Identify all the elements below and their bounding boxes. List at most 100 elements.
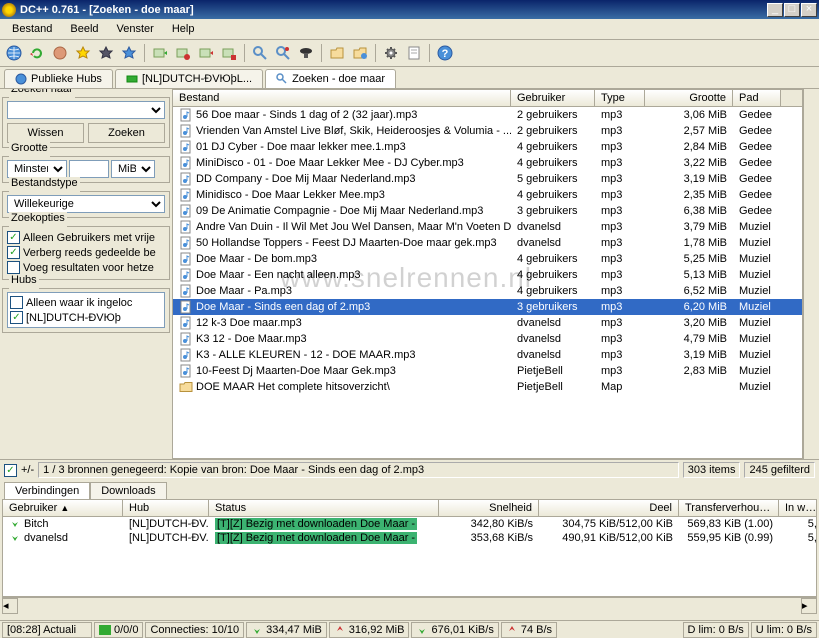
result-row[interactable]: 12 k-3 Doe maar.mp3dvanelsdmp33,20 MiBMu…	[173, 315, 802, 331]
chk-append-results[interactable]	[7, 261, 20, 274]
zoeken-button[interactable]: Zoeken	[88, 123, 165, 143]
size-mode-select[interactable]: Minstens	[7, 160, 67, 178]
adl-search-icon[interactable]	[273, 43, 293, 63]
sb-dlim: D lim: 0 B/s	[683, 622, 749, 638]
audio-file-icon	[179, 204, 193, 218]
minimize-button[interactable]: _	[767, 3, 783, 17]
col-bestand[interactable]: Bestand	[173, 90, 511, 106]
open-list-icon[interactable]	[327, 43, 347, 63]
chk-only-free-slots[interactable]	[7, 231, 20, 244]
result-row[interactable]: Doe Maar - Sinds een dag of 2.mp33 gebru…	[173, 299, 802, 315]
audio-file-icon	[179, 140, 193, 154]
chk-hub-logged-in[interactable]	[10, 296, 23, 309]
tab-verbindingen[interactable]: Verbindingen	[4, 482, 90, 499]
result-row[interactable]: Minidisco - Doe Maar Lekker Mee.mp34 geb…	[173, 187, 802, 203]
follow-icon[interactable]	[50, 43, 70, 63]
search-icon[interactable]	[250, 43, 270, 63]
result-row[interactable]: Vrienden Van Amstel Live Bløf, Skik, Hei…	[173, 123, 802, 139]
finished-ul-icon[interactable]	[219, 43, 239, 63]
result-row[interactable]: K3 - ALLE KLEUREN - 12 - DOE MAAR.mp3dva…	[173, 347, 802, 363]
result-row[interactable]: Doe Maar - De bom.mp34 gebruikersmp35,25…	[173, 251, 802, 267]
audio-file-icon	[179, 332, 193, 346]
menu-bestand[interactable]: Bestand	[4, 21, 60, 37]
results-scrollbar[interactable]	[803, 89, 819, 459]
result-row[interactable]: DOE MAAR Het complete hitsoverzicht\Piet…	[173, 379, 802, 395]
col-hub[interactable]: Hub	[123, 500, 209, 516]
result-row[interactable]: Doe Maar - Een nacht alleen.mp34 gebruik…	[173, 267, 802, 283]
wissen-button[interactable]: Wissen	[7, 123, 84, 143]
fav-gold-star-icon[interactable]	[73, 43, 93, 63]
tab-zoeken[interactable]: Zoeken - doe maar	[265, 69, 396, 88]
size-value-input[interactable]	[69, 160, 109, 178]
scroll-left-button[interactable]: ◂	[2, 598, 18, 614]
audio-file-icon	[179, 172, 193, 186]
col-gebruiker[interactable]: Gebruiker	[511, 90, 595, 106]
status-items: 303 items	[683, 462, 741, 478]
col-gebruiker[interactable]: Gebruiker ▲	[3, 500, 123, 516]
result-row[interactable]: MiniDisco - 01 - Doe Maar Lekker Mee - D…	[173, 155, 802, 171]
tab-hub[interactable]: [NL]DUTCH-ÐVЮþL...	[115, 69, 263, 88]
settings-gear-icon[interactable]	[381, 43, 401, 63]
group-zoekopties: Zoekopties Alleen Gebruikers met vrije V…	[2, 220, 170, 280]
col-pad[interactable]: Pad	[733, 90, 781, 106]
col-snelheid[interactable]: Snelheid	[439, 500, 539, 516]
col-deel[interactable]: Deel	[539, 500, 679, 516]
col-status[interactable]: Status	[209, 500, 439, 516]
fav-dark-star-icon[interactable]	[96, 43, 116, 63]
notepad-icon[interactable]	[404, 43, 424, 63]
upload-queue-icon[interactable]	[196, 43, 216, 63]
audio-file-icon	[179, 316, 193, 330]
tab-publieke-hubs[interactable]: Publieke Hubs	[4, 69, 113, 88]
result-row[interactable]: Andre Van Duin - Il Wil Met Jou Wel Dans…	[173, 219, 802, 235]
col-transferverhouding[interactable]: Transferverhouding	[679, 500, 779, 516]
up-arrow-icon	[506, 625, 518, 635]
download-icon	[9, 532, 21, 544]
transfer-row[interactable]: dvanelsd[NL]DUTCH-ÐV...[T][Z] Bezig met …	[3, 531, 816, 545]
size-unit-select[interactable]: MiB	[111, 160, 155, 178]
svg-text:?: ?	[442, 48, 449, 60]
menu-venster[interactable]: Venster	[109, 21, 162, 37]
spy-icon[interactable]	[296, 43, 316, 63]
audio-file-icon	[179, 268, 193, 282]
chk-hub-dutch[interactable]	[10, 311, 23, 324]
help-icon[interactable]: ?	[435, 43, 455, 63]
own-list-icon[interactable]	[350, 43, 370, 63]
result-row[interactable]: 01 DJ Cyber - Doe maar lekker mee.1.mp34…	[173, 139, 802, 155]
audio-file-icon	[179, 108, 193, 122]
horizontal-scrollbar[interactable]: ◂ ▸	[2, 597, 817, 613]
col-wacht[interactable]: In wacht	[779, 500, 817, 516]
result-row[interactable]: 10-Feest Dj Maarten-Doe Maar Gek.mp3Piet…	[173, 363, 802, 379]
hub-icon	[126, 73, 138, 85]
tab-downloads[interactable]: Downloads	[90, 482, 166, 499]
toggle-checkbox[interactable]	[4, 464, 17, 477]
result-row[interactable]: Doe Maar - Pa.mp34 gebruikersmp36,52 MiB…	[173, 283, 802, 299]
fav-blue-star-icon[interactable]	[119, 43, 139, 63]
col-grootte[interactable]: Grootte	[645, 90, 733, 106]
filetype-select[interactable]: Willekeurige	[7, 195, 165, 213]
audio-file-icon	[179, 188, 193, 202]
down-arrow-icon	[416, 625, 428, 635]
globe-icon	[15, 73, 27, 85]
result-row[interactable]: K3 12 - Doe Maar.mp3dvanelsdmp34,79 MiBM…	[173, 331, 802, 347]
reconnect-icon[interactable]	[27, 43, 47, 63]
scroll-right-button[interactable]: ▸	[801, 598, 817, 614]
menu-beeld[interactable]: Beeld	[62, 21, 106, 37]
status-message: 1 / 3 bronnen genegeerd: Kopie van bron:…	[38, 462, 679, 478]
result-row[interactable]: 50 Hollandse Toppers - Feest DJ Maarten-…	[173, 235, 802, 251]
menu-help[interactable]: Help	[164, 21, 203, 37]
transfer-row[interactable]: Bitch[NL]DUTCH-ÐV...[T][Z] Bezig met dow…	[3, 517, 816, 531]
sb-connections: Connecties: 10/10	[145, 622, 244, 638]
up-arrow-icon	[334, 625, 346, 635]
result-row[interactable]: 09 De Animatie Compagnie - Doe Mij Maar …	[173, 203, 802, 219]
result-row[interactable]: DD Company - Doe Mij Maar Nederland.mp35…	[173, 171, 802, 187]
result-row[interactable]: 56 Doe maar - Sinds 1 dag of 2 (32 jaar)…	[173, 107, 802, 123]
search-term-input[interactable]	[7, 101, 165, 119]
close-button[interactable]: ×	[801, 3, 817, 17]
col-type[interactable]: Type	[595, 90, 645, 106]
maximize-button[interactable]: □	[784, 3, 800, 17]
globe-icon[interactable]	[4, 43, 24, 63]
finished-dl-icon[interactable]	[173, 43, 193, 63]
chk-hide-shared[interactable]	[7, 246, 20, 259]
queue-icon[interactable]	[150, 43, 170, 63]
audio-file-icon	[179, 124, 193, 138]
